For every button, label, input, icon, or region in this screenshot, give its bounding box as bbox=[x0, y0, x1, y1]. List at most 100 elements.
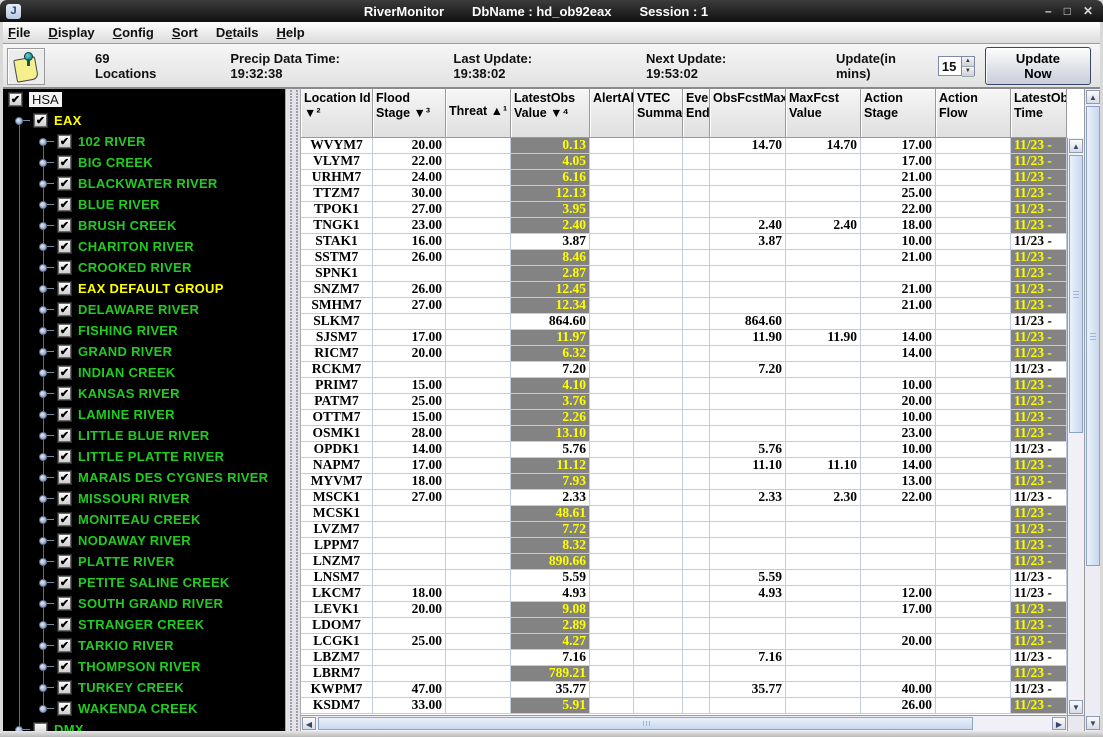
tree-node-102-river[interactable]: ✔ 102 RIVER bbox=[39, 131, 146, 152]
tree-node-label[interactable]: GRAND RIVER bbox=[78, 344, 172, 359]
tree-checkbox[interactable]: ✔ bbox=[58, 303, 71, 316]
table-row-ksdm7[interactable]: KSDM7 33.00 5.91 26.00 11/23 - bbox=[301, 698, 1067, 714]
spinner-down-icon[interactable]: ▼ bbox=[961, 66, 974, 77]
column-header-ofm[interactable]: ObsFcstMax bbox=[710, 89, 786, 138]
tree-node-chariton-river[interactable]: ✔ CHARITON RIVER bbox=[39, 236, 194, 257]
tree-expand-handle-icon[interactable] bbox=[39, 473, 47, 482]
tree-checkbox[interactable]: ✔ bbox=[58, 408, 71, 421]
tree-node-moniteau-creek[interactable]: ✔ MONITEAU CREEK bbox=[39, 509, 201, 530]
table-hscrollbar-thumb[interactable] bbox=[318, 717, 973, 730]
menu-details[interactable]: Details bbox=[216, 25, 259, 40]
column-header-flood[interactable]: Flood Stage ▼³ bbox=[373, 89, 446, 138]
table-row-lnzm7[interactable]: LNZM7 890.66 11/23 - bbox=[301, 554, 1067, 570]
tree-node-label[interactable]: LAMINE RIVER bbox=[78, 407, 175, 422]
tree-node-label[interactable]: DMX bbox=[54, 722, 84, 731]
tree-checkbox[interactable]: ✔ bbox=[58, 534, 71, 547]
tree-node-label[interactable]: BLUE RIVER bbox=[78, 197, 160, 212]
tree-checkbox[interactable]: ✔ bbox=[58, 555, 71, 568]
tree-expand-handle-icon[interactable] bbox=[39, 368, 47, 377]
table-row-kwpm7[interactable]: KWPM7 47.00 35.77 35.77 40.00 11/23 - bbox=[301, 682, 1067, 698]
tree-expand-handle-icon[interactable] bbox=[15, 116, 23, 125]
tree-checkbox[interactable]: ✔ bbox=[58, 471, 71, 484]
tree-node-stranger-creek[interactable]: ✔ STRANGER CREEK bbox=[39, 614, 204, 635]
tree-node-little-platte-river[interactable]: ✔ LITTLE PLATTE RIVER bbox=[39, 446, 224, 467]
tree-checkbox[interactable]: ✔ bbox=[58, 702, 71, 715]
column-header-vtec[interactable]: VTEC Summa bbox=[634, 89, 683, 138]
tree-node-label[interactable]: BIG CREEK bbox=[78, 155, 153, 170]
tree-node-label[interactable]: KANSAS RIVER bbox=[78, 386, 180, 401]
tree-expand-handle-icon[interactable] bbox=[39, 221, 47, 230]
table-row-tngk1[interactable]: TNGK1 23.00 2.40 2.40 2.40 18.00 11/23 - bbox=[301, 218, 1067, 234]
tree-expand-handle-icon[interactable] bbox=[39, 389, 47, 398]
tree-node-label[interactable]: MISSOURI RIVER bbox=[78, 491, 190, 506]
column-header-eve[interactable]: Eve End bbox=[683, 89, 710, 138]
tree-checkbox[interactable]: ✔ bbox=[58, 513, 71, 526]
tree-expand-handle-icon[interactable] bbox=[39, 200, 47, 209]
tree-expand-handle-icon[interactable] bbox=[39, 179, 47, 188]
table-row-msck1[interactable]: MSCK1 27.00 2.33 2.33 2.30 22.00 11/23 - bbox=[301, 490, 1067, 506]
tree-expand-handle-icon[interactable] bbox=[39, 683, 47, 692]
table-row-lnsm7[interactable]: LNSM7 5.59 5.59 11/23 - bbox=[301, 570, 1067, 586]
tree-node-label[interactable]: INDIAN CREEK bbox=[78, 365, 176, 380]
table-row-patm7[interactable]: PATM7 25.00 3.76 20.00 11/23 - bbox=[301, 394, 1067, 410]
tree-node-label[interactable]: MONITEAU CREEK bbox=[78, 512, 201, 527]
tree-node-petite-saline-creek[interactable]: ✔ PETITE SALINE CREEK bbox=[39, 572, 230, 593]
tree-node-thompson-river[interactable]: ✔ THOMPSON RIVER bbox=[39, 656, 201, 677]
tree-checkbox[interactable]: ✔ bbox=[58, 198, 71, 211]
tree-node-wakenda-creek[interactable]: ✔ WAKENDA CREEK bbox=[39, 698, 198, 719]
tree-node-label[interactable]: EAX bbox=[54, 113, 82, 128]
table-row-ottm7[interactable]: OTTM7 15.00 2.26 10.00 11/23 - bbox=[301, 410, 1067, 426]
tree-node-label[interactable]: SOUTH GRAND RIVER bbox=[78, 596, 223, 611]
tree-checkbox[interactable]: ✔ bbox=[58, 639, 71, 652]
table-row-lkcm7[interactable]: LKCM7 18.00 4.93 4.93 12.00 11/23 - bbox=[301, 586, 1067, 602]
tree-node-turkey-creek[interactable]: ✔ TURKEY CREEK bbox=[39, 677, 184, 698]
tree-node-kansas-river[interactable]: ✔ KANSAS RIVER bbox=[39, 383, 180, 404]
table-row-sjsm7[interactable]: SJSM7 17.00 11.97 11.90 11.90 14.00 11/23 - bbox=[301, 330, 1067, 346]
tree-checkbox[interactable]: ✔ bbox=[58, 177, 71, 190]
table-row-ricm7[interactable]: RICM7 20.00 6.32 14.00 11/23 - bbox=[301, 346, 1067, 362]
update-now-button[interactable]: Update Now bbox=[984, 46, 1091, 85]
tree-node-label[interactable]: NODAWAY RIVER bbox=[78, 533, 191, 548]
tree-node-label[interactable]: STRANGER CREEK bbox=[78, 617, 204, 632]
tree-expand-handle-icon[interactable] bbox=[39, 305, 47, 314]
menu-display[interactable]: Display bbox=[48, 25, 94, 40]
tree-expand-handle-icon[interactable] bbox=[39, 242, 47, 251]
tree-expand-handle-icon[interactable] bbox=[39, 536, 47, 545]
tree-node-label[interactable]: LITTLE PLATTE RIVER bbox=[78, 449, 224, 464]
tree-expand-handle-icon[interactable] bbox=[39, 263, 47, 272]
tree-checkbox[interactable]: ✔ bbox=[58, 219, 71, 232]
tree-checkbox[interactable]: ✔ bbox=[58, 450, 71, 463]
update-interval-spinner[interactable]: 15 ▲ ▼ bbox=[937, 55, 975, 77]
tree-node-label[interactable]: LITTLE BLUE RIVER bbox=[78, 428, 210, 443]
tree-checkbox[interactable]: ✔ bbox=[34, 114, 47, 127]
table-scroll-left-icon[interactable]: ◀ bbox=[302, 717, 316, 730]
column-header-aflow[interactable]: Action Flow bbox=[936, 89, 1011, 138]
split-pane-divider[interactable] bbox=[285, 89, 301, 731]
table-row-vlym7[interactable]: VLYM7 22.00 4.05 17.00 11/23 - bbox=[301, 154, 1067, 170]
tree-node-brush-creek[interactable]: ✔ BRUSH CREEK bbox=[39, 215, 177, 236]
spinner-up-icon[interactable]: ▲ bbox=[961, 56, 974, 67]
table-row-lcgk1[interactable]: LCGK1 25.00 4.27 20.00 11/23 - bbox=[301, 634, 1067, 650]
table-row-lppm7[interactable]: LPPM7 8.32 11/23 - bbox=[301, 538, 1067, 554]
tree-checkbox[interactable]: ✔ bbox=[58, 345, 71, 358]
tree-expand-handle-icon[interactable] bbox=[39, 578, 47, 587]
table-scroll-down-icon[interactable]: ▼ bbox=[1069, 700, 1083, 714]
tree-node-blackwater-river[interactable]: ✔ BLACKWATER RIVER bbox=[39, 173, 218, 194]
tree-node-nodaway-river[interactable]: ✔ NODAWAY RIVER bbox=[39, 530, 191, 551]
table-row-osmk1[interactable]: OSMK1 28.00 13.10 23.00 11/23 - bbox=[301, 426, 1067, 442]
tree-node-missouri-river[interactable]: ✔ MISSOURI RIVER bbox=[39, 488, 190, 509]
menu-file[interactable]: File bbox=[8, 25, 30, 40]
table-row-levk1[interactable]: LEVK1 20.00 9.08 17.00 11/23 - bbox=[301, 602, 1067, 618]
maximize-button[interactable]: □ bbox=[1064, 4, 1071, 18]
tree-node-label[interactable]: BLACKWATER RIVER bbox=[78, 176, 218, 191]
menu-config[interactable]: Config bbox=[113, 25, 154, 40]
tree-node-tarkio-river[interactable]: ✔ TARKIO RIVER bbox=[39, 635, 174, 656]
tree-checkbox[interactable]: ✔ bbox=[58, 618, 71, 631]
close-button[interactable]: ✕ bbox=[1083, 4, 1093, 18]
column-header-alert[interactable]: AlertAl bbox=[590, 89, 634, 138]
column-header-maxf[interactable]: MaxFcst Value bbox=[786, 89, 861, 138]
table-row-lvzm7[interactable]: LVZM7 7.72 11/23 - bbox=[301, 522, 1067, 538]
table-row-tpok1[interactable]: TPOK1 27.00 3.95 22.00 11/23 - bbox=[301, 202, 1067, 218]
tree-expand-handle-icon[interactable] bbox=[39, 452, 47, 461]
tree-checkbox[interactable]: ✔ bbox=[58, 324, 71, 337]
